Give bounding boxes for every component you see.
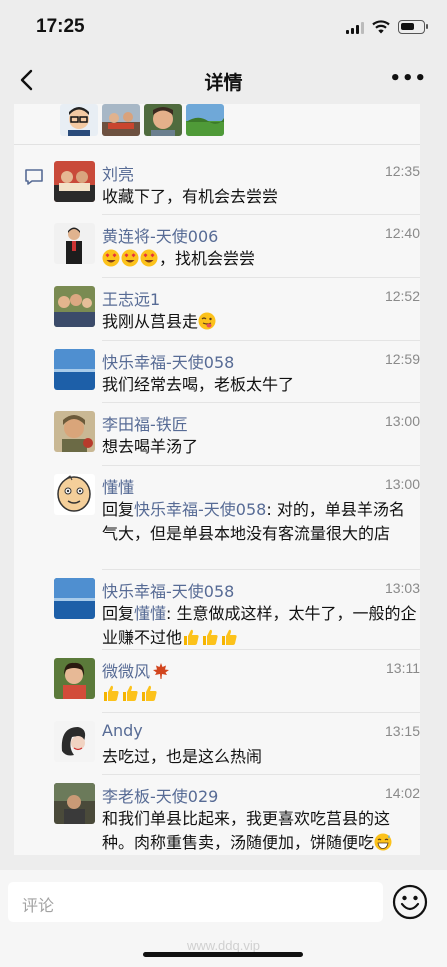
comment-item[interactable]: Andy 13:15 去吃过，也是这么热闹 [54, 713, 420, 775]
avatar[interactable] [54, 411, 95, 452]
thumbs-up-emoji-icon [184, 629, 199, 645]
likes-avatar-row [14, 104, 420, 144]
avatar[interactable] [54, 578, 95, 619]
comment-time: 14:02 [384, 785, 420, 801]
heart-eyes-emoji-icon [121, 249, 139, 267]
comment-author[interactable]: 李老板-天使029 [102, 783, 218, 807]
comment-time: 12:35 [384, 163, 420, 179]
comment-author[interactable]: 懂懂 [102, 474, 134, 498]
nav-bar: 详情 ••• [0, 56, 447, 104]
watermark: www.ddq.vip [187, 938, 260, 953]
comment-author[interactable]: 微微风 [102, 658, 171, 682]
comment-time: 13:03 [384, 580, 420, 596]
comment-item[interactable]: 黄连将-天使006 12:40 ，找机会尝尝 [54, 215, 420, 278]
comment-author[interactable]: 黄连将-天使006 [102, 223, 218, 247]
thumbs-up-emoji-icon [222, 629, 237, 645]
comment-item[interactable]: 王志远1 12:52 我刚从莒县走 [54, 278, 420, 341]
grinning-sweat-emoji-icon [374, 833, 392, 851]
comment-text: 想去喝羊汤了 [102, 437, 199, 456]
comment-item[interactable]: 李田福-铁匠 13:00 想去喝羊汤了 [54, 403, 420, 466]
like-avatar[interactable] [102, 104, 140, 136]
heart-eyes-emoji-icon [140, 249, 158, 267]
comment-text: 回复懂懂: 生意做成这样，太牛了，一般的企业赚不过他 [102, 604, 417, 647]
comment-item[interactable]: 微微风 13:11 [54, 650, 420, 713]
comment-author[interactable]: 快乐幸福-天使058 [102, 349, 234, 373]
comment-text [102, 682, 420, 706]
avatar[interactable] [54, 161, 95, 202]
more-button[interactable]: ••• [389, 68, 427, 89]
comment-input-bar: 评论 www.ddq.vip [0, 870, 447, 967]
comment-item[interactable]: 快乐幸福-天使058 13:03 回复懂懂: 生意做成这样，太牛了，一般的企业赚… [54, 570, 420, 650]
avatar[interactable] [54, 783, 95, 824]
comment-time: 13:15 [384, 723, 420, 739]
status-bar: 17:25 [0, 0, 447, 56]
home-indicator[interactable] [143, 952, 303, 957]
comment-author[interactable]: 刘亮 [102, 161, 134, 185]
tongue-face-emoji-icon [198, 312, 216, 330]
comment-input[interactable]: 评论 [8, 882, 383, 922]
comment-item[interactable]: 快乐幸福-天使058 12:59 我们经常去喝，老板太牛了 [54, 341, 420, 403]
comment-text: 我们经常去喝，老板太牛了 [102, 375, 295, 394]
avatar[interactable] [54, 721, 95, 762]
comment-author[interactable]: Andy [102, 721, 143, 740]
battery-icon [398, 20, 428, 34]
maple-leaf-icon [153, 663, 170, 679]
comment-time: 13:11 [386, 660, 420, 676]
avatar[interactable] [54, 349, 95, 390]
smiley-icon[interactable] [392, 884, 428, 920]
comment-input-placeholder: 评论 [22, 896, 55, 915]
signal-icon [346, 22, 366, 34]
status-time: 17:25 [36, 16, 85, 37]
reply-target[interactable]: 懂懂 [134, 604, 166, 623]
comment-item[interactable]: 懂懂 13:00 回复快乐幸福-天使058: 对的，单县羊汤名气大，但是单县本地… [54, 466, 420, 570]
comment-author[interactable]: 快乐幸福-天使058 [102, 578, 234, 602]
page-title: 详情 [204, 72, 243, 94]
like-avatar[interactable] [60, 104, 98, 136]
thumbs-up-emoji-icon [104, 685, 119, 701]
comment-author[interactable]: 李田福-铁匠 [102, 411, 188, 435]
comment-author[interactable]: 王志远1 [102, 286, 160, 310]
comment-item[interactable]: 李老板-天使029 14:02 和我们单县比起来，我更喜欢吃莒县的这种。肉称重售… [54, 775, 420, 855]
comment-icon [25, 169, 43, 185]
comment-time: 13:00 [384, 413, 420, 429]
comment-text: 收藏下了，有机会去尝尝 [102, 187, 279, 206]
heart-eyes-emoji-icon [102, 249, 120, 267]
comment-text: 回复快乐幸福-天使058: 对的，单县羊汤名气大，但是单县本地没有客流量很大的店 [102, 500, 405, 543]
wifi-icon [372, 20, 390, 34]
comment-time: 12:52 [384, 288, 420, 304]
avatar[interactable] [54, 223, 95, 264]
comment-time: 13:00 [384, 476, 420, 492]
comment-item[interactable]: 刘亮 12:35 收藏下了，有机会去尝尝 [54, 153, 420, 215]
like-avatar[interactable] [144, 104, 182, 136]
comment-text: 我刚从莒县走 [102, 310, 420, 334]
avatar[interactable] [54, 658, 95, 699]
comment-text: 去吃过，也是这么热闹 [102, 747, 263, 766]
comments-panel: 刘亮 12:35 收藏下了，有机会去尝尝 黄连将-天使006 12:40 ，找机… [14, 145, 420, 855]
reply-target[interactable]: 快乐幸福-天使058 [134, 500, 266, 519]
avatar[interactable] [54, 474, 95, 515]
thumbs-up-emoji-icon [142, 685, 157, 701]
like-avatar[interactable] [186, 104, 224, 136]
comment-text: ，找机会尝尝 [102, 247, 420, 271]
comment-time: 12:59 [384, 351, 420, 367]
comment-text: 和我们单县比起来，我更喜欢吃莒县的这种。肉称重售卖，汤随便加，饼随便吃 [102, 809, 392, 852]
thumbs-up-emoji-icon [123, 685, 138, 701]
avatar[interactable] [54, 286, 95, 327]
comment-time: 12:40 [384, 225, 420, 241]
thumbs-up-emoji-icon [203, 629, 218, 645]
